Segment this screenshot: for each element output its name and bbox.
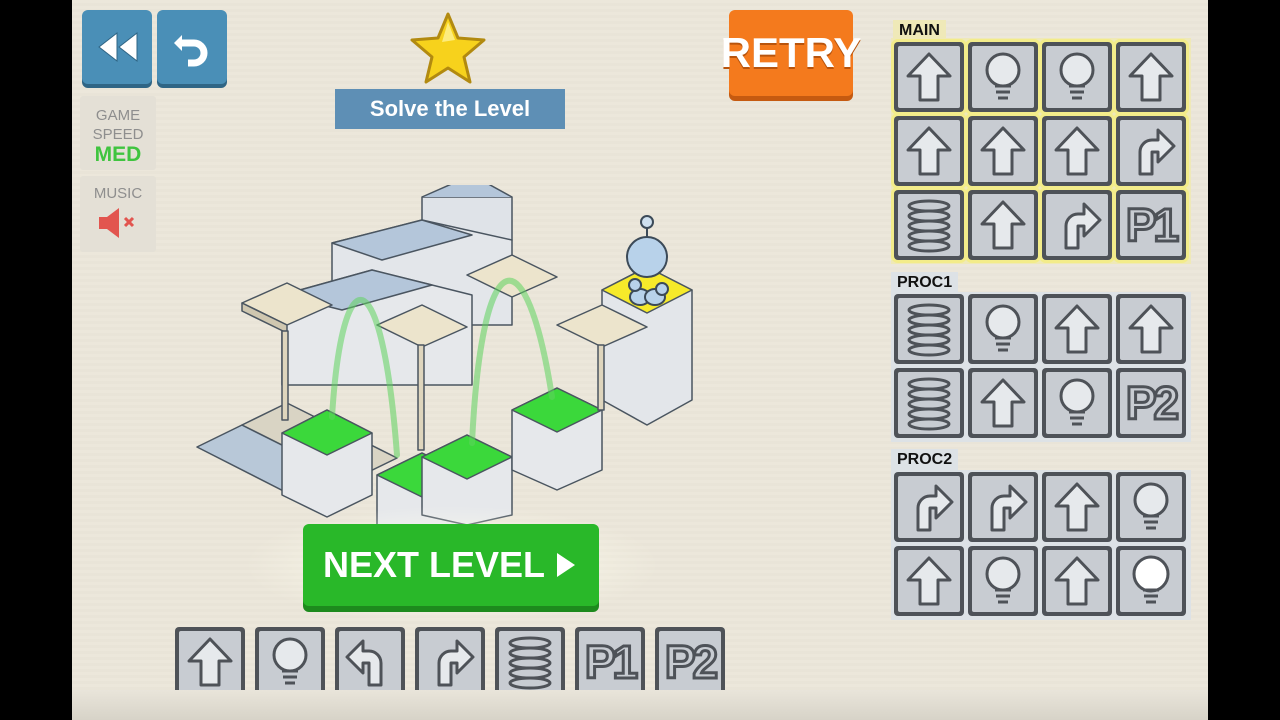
retry-button[interactable]: RETRY [721, 10, 861, 96]
proc2-slot-light-active[interactable] [1116, 546, 1186, 616]
spring-icon [907, 199, 951, 253]
speaker-muted-icon [99, 208, 135, 238]
spring-icon [508, 636, 552, 690]
proc1-slot-light[interactable] [968, 294, 1038, 364]
lightbulb-icon [985, 556, 1021, 604]
undo-icon [174, 35, 208, 67]
level-board [196, 185, 693, 525]
main-slot-turn-right[interactable] [1042, 190, 1112, 260]
main-slot-turn-right[interactable] [1116, 116, 1186, 186]
lightbulb-icon [272, 637, 308, 685]
forward-arrow-icon [906, 126, 952, 176]
forward-arrow-icon [1128, 52, 1174, 102]
game-stage: GAME SPEED MED MUSIC Solve the Level RET… [72, 0, 1208, 720]
proc1-slot-P2[interactable]: P2 [1116, 368, 1186, 438]
next-level-button[interactable]: NEXT LEVEL [303, 524, 599, 606]
proc1-slot-forward[interactable] [1042, 294, 1112, 364]
spring-icon [907, 303, 951, 357]
objective-title: Solve the Level [335, 89, 565, 129]
p2-icon: P2 [663, 635, 719, 690]
p2-icon: P2 [1124, 376, 1180, 431]
command-palette: P1 P2 [175, 627, 731, 699]
palette-turn-left[interactable] [335, 627, 405, 697]
play-arrow-icon [557, 553, 576, 577]
forward-arrow-icon [906, 556, 952, 606]
main-slot-forward[interactable] [894, 42, 964, 112]
turn-right-icon [916, 484, 954, 532]
lightbulb-icon [1059, 52, 1095, 100]
lightbulb-icon [985, 304, 1021, 352]
palette-p1[interactable]: P1 [575, 627, 645, 697]
rewind-button[interactable] [82, 10, 152, 84]
palette-jump[interactable] [495, 627, 565, 697]
forward-arrow-icon [1054, 126, 1100, 176]
forward-arrow-icon [1128, 304, 1174, 354]
palette-p2[interactable]: P2 [655, 627, 725, 697]
main-slot-light[interactable] [968, 42, 1038, 112]
main-slot-light[interactable] [1042, 42, 1112, 112]
undo-button[interactable] [157, 10, 227, 84]
bottom-strip [72, 690, 1208, 720]
palette-turn-right[interactable] [415, 627, 485, 697]
main-label: MAIN [893, 20, 946, 42]
proc2-slot-forward[interactable] [1042, 472, 1112, 542]
main-slot-forward[interactable] [968, 190, 1038, 260]
forward-arrow-icon [980, 378, 1026, 428]
turn-right-icon [437, 639, 475, 687]
lightbulb-on-icon [1132, 555, 1170, 604]
forward-arrow-icon [980, 126, 1026, 176]
turn-left-icon [345, 639, 383, 687]
forward-arrow-icon [906, 52, 952, 102]
main-slot-P1[interactable]: P1 [1116, 190, 1186, 260]
game-speed-button[interactable]: GAME SPEED MED [80, 96, 156, 170]
lightbulb-icon [985, 52, 1021, 100]
proc2-label: PROC2 [891, 449, 959, 471]
forward-arrow-icon [1054, 556, 1100, 606]
proc2-slot-turn-right[interactable] [968, 472, 1038, 542]
proc1-slot-jump[interactable] [894, 368, 964, 438]
palette-light[interactable] [255, 627, 325, 697]
forward-arrow-icon [980, 200, 1026, 250]
forward-arrow-icon [1054, 304, 1100, 354]
main-slot-forward[interactable] [1116, 42, 1186, 112]
turn-right-icon [990, 484, 1028, 532]
forward-arrow-icon [1054, 482, 1100, 532]
rewind-icon [98, 31, 138, 63]
next-level-label: NEXT LEVEL [322, 544, 546, 585]
robot [626, 215, 669, 306]
game-speed-label-1: GAME [95, 107, 141, 124]
music-button[interactable]: MUSIC [80, 176, 156, 252]
p1-icon: P1 [583, 635, 639, 690]
proc2-slot-forward[interactable] [894, 546, 964, 616]
forward-arrow-icon [187, 637, 233, 687]
palette-forward[interactable] [175, 627, 245, 697]
main-slot-forward[interactable] [1042, 116, 1112, 186]
proc2-slot-light[interactable] [968, 546, 1038, 616]
lightbulb-icon [1059, 378, 1095, 426]
main-slot-jump[interactable] [894, 190, 964, 260]
proc2-slot-light[interactable] [1116, 472, 1186, 542]
proc1-label: PROC1 [891, 272, 959, 294]
game-speed-value: MED [94, 143, 142, 166]
star-icon [410, 12, 486, 84]
game-speed-label-2: SPEED [92, 126, 144, 143]
turn-right-icon [1138, 128, 1176, 176]
proc1-slot-light[interactable] [1042, 368, 1112, 438]
main-slot-forward[interactable] [894, 116, 964, 186]
spring-icon [907, 377, 951, 431]
proc1-slot-jump[interactable] [894, 294, 964, 364]
main-slot-forward[interactable] [968, 116, 1038, 186]
music-label: MUSIC [93, 185, 143, 202]
proc2-slot-turn-right[interactable] [894, 472, 964, 542]
lightbulb-icon [1133, 482, 1169, 530]
turn-right-icon [1064, 202, 1102, 250]
proc1-slot-forward[interactable] [968, 368, 1038, 438]
proc1-slot-forward[interactable] [1116, 294, 1186, 364]
p1-icon: P1 [1124, 198, 1180, 253]
proc2-slot-forward[interactable] [1042, 546, 1112, 616]
